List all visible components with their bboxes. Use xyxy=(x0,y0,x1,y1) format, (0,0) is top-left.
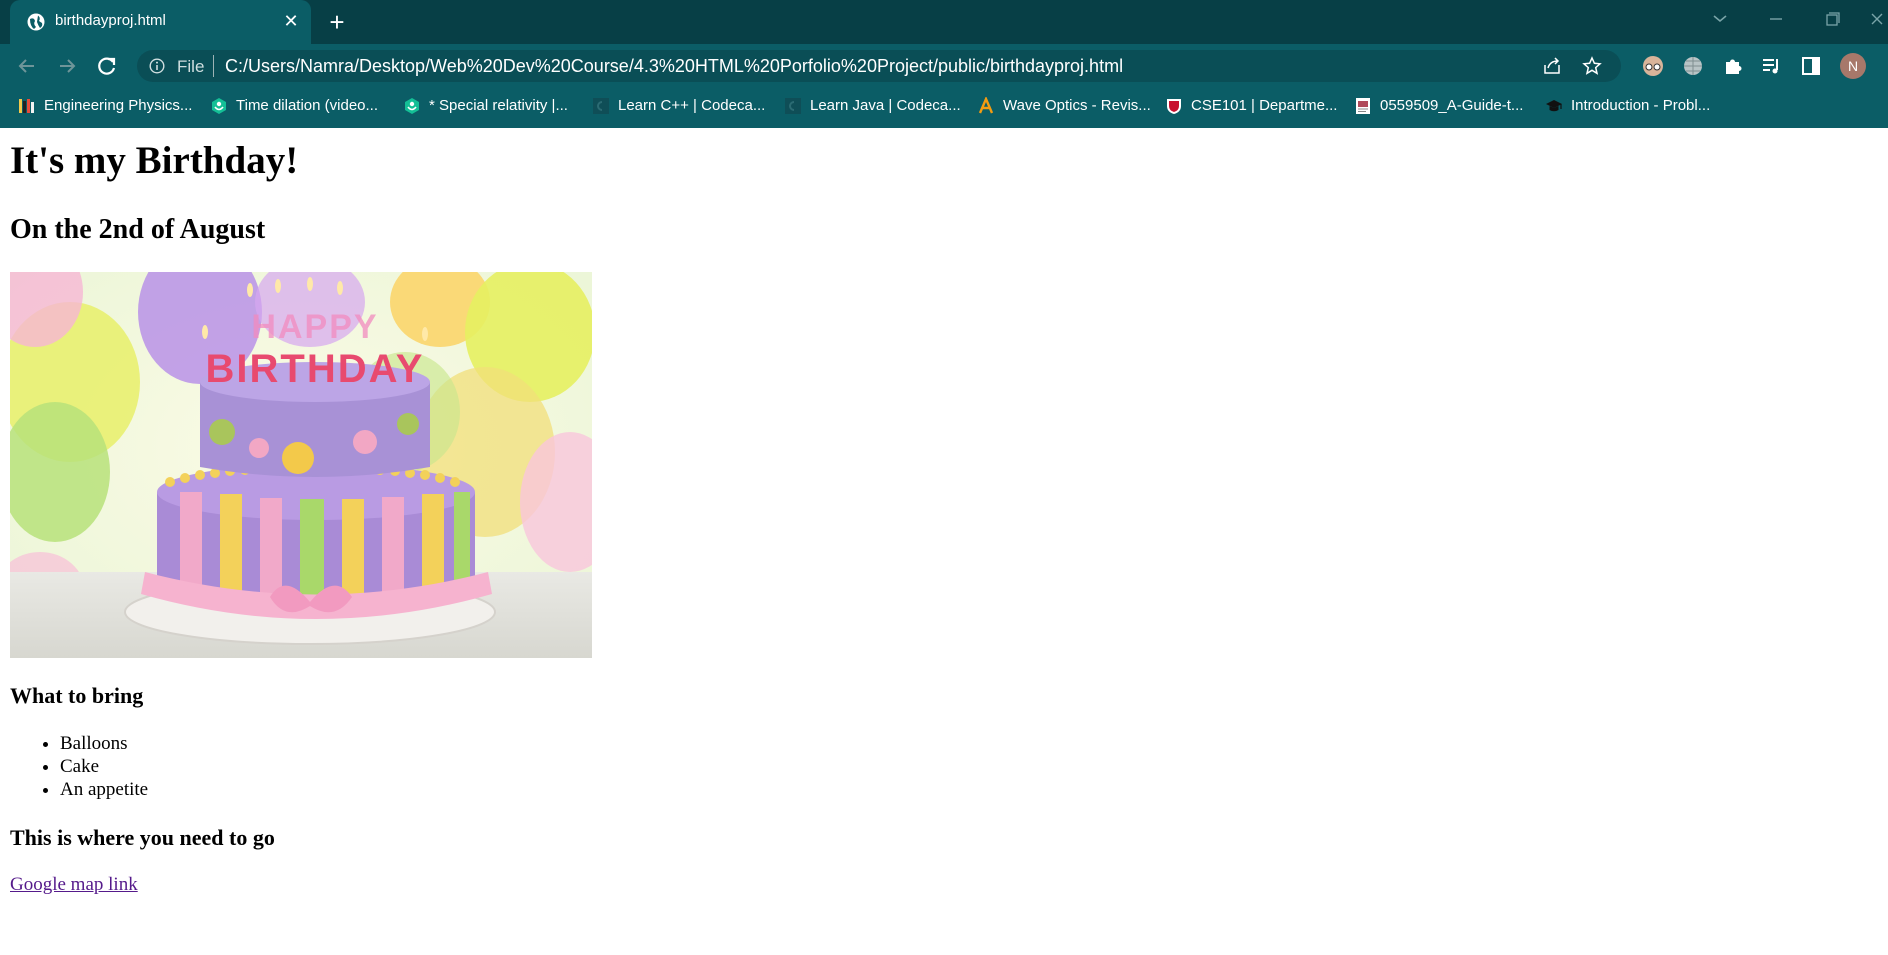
tab-title: birthdayproj.html xyxy=(55,12,166,29)
reload-icon[interactable] xyxy=(92,51,122,81)
bring-heading: What to bring xyxy=(10,683,144,708)
omnibox-divider xyxy=(213,55,214,77)
bookmark-item-engineering-physics[interactable]: Engineering Physics... xyxy=(18,87,192,124)
khan-academy-icon xyxy=(405,97,419,114)
url-text[interactable]: C:/Users/Namra/Desktop/Web%20Dev%20Cours… xyxy=(225,56,1123,77)
bring-list: Balloons Cake An appetite xyxy=(10,732,148,801)
info-icon[interactable] xyxy=(149,58,165,74)
star-icon[interactable] xyxy=(1582,56,1602,76)
address-bar[interactable]: File C:/Users/Namra/Desktop/Web%20Dev%20… xyxy=(137,50,1621,82)
media-control-icon[interactable] xyxy=(1760,55,1782,77)
share-icon[interactable] xyxy=(1542,56,1562,76)
bookmark-item-special-relativity[interactable]: * Special relativity |... xyxy=(403,87,568,124)
forward-arrow-icon[interactable] xyxy=(52,51,82,81)
title-bar: birthdayproj.html ✕ + xyxy=(0,0,1888,44)
letter-a-icon xyxy=(978,96,994,113)
location-heading: This is where you need to go xyxy=(10,825,275,850)
graduation-cap-icon xyxy=(1546,99,1562,111)
profile-avatar[interactable]: N xyxy=(1840,53,1866,79)
scheme-label: File xyxy=(177,57,205,76)
page-subtitle: On the 2nd of August xyxy=(10,214,266,245)
codecademy-icon xyxy=(785,97,801,114)
page-title: It's my Birthday! xyxy=(10,139,299,182)
new-tab-button[interactable]: + xyxy=(323,8,351,36)
web-extension-icon[interactable] xyxy=(1682,55,1704,77)
tab-active[interactable]: birthdayproj.html ✕ xyxy=(10,0,311,44)
incognito-extension-icon[interactable] xyxy=(1642,55,1664,77)
globe-icon xyxy=(27,13,45,31)
google-map-link[interactable]: Google map link xyxy=(10,874,138,896)
bookmark-item-cse101[interactable]: CSE101 | Departme... xyxy=(1165,87,1337,124)
codecademy-icon xyxy=(593,97,609,114)
list-item: Balloons xyxy=(60,732,148,755)
bookmark-item-learn-java[interactable]: Learn Java | Codeca... xyxy=(784,87,961,124)
minimize-icon[interactable] xyxy=(1756,6,1796,32)
svg-text:BIRTHDAY: BIRTHDAY xyxy=(206,347,425,391)
khan-academy-icon xyxy=(212,97,226,114)
list-item: An appetite xyxy=(60,778,148,801)
bookmark-item-learn-cpp[interactable]: Learn C++ | Codeca... xyxy=(592,87,765,124)
shield-icon xyxy=(1167,98,1181,114)
bookmark-item-time-dilation[interactable]: Time dilation (video... xyxy=(210,87,378,124)
bookmark-item-guide-pdf[interactable]: 0559509_A-Guide-t... xyxy=(1354,87,1523,124)
restore-icon[interactable] xyxy=(1812,6,1852,32)
page-content: It's my Birthday! On the 2nd of August H… xyxy=(0,128,1888,955)
side-panel-icon[interactable] xyxy=(1800,55,1822,77)
document-icon xyxy=(1356,97,1370,114)
tab-close-icon[interactable]: ✕ xyxy=(280,10,302,32)
bookmark-item-wave-optics[interactable]: Wave Optics - Revis... xyxy=(977,87,1151,124)
list-item: Cake xyxy=(60,755,148,778)
toolbar: File C:/Users/Namra/Desktop/Web%20Dev%20… xyxy=(0,44,1888,87)
bookmark-item-introduction[interactable]: Introduction - Probl... xyxy=(1545,87,1710,124)
extensions-puzzle-icon[interactable] xyxy=(1722,55,1744,77)
close-window-icon[interactable] xyxy=(1860,6,1888,32)
back-arrow-icon[interactable] xyxy=(12,51,42,81)
bookmarks-bar: Engineering Physics... Time dilation (vi… xyxy=(0,87,1888,128)
birthday-cake-image: HAPPY BIRTHDAY xyxy=(10,272,592,658)
books-icon xyxy=(19,98,34,113)
tab-search-icon[interactable] xyxy=(1700,6,1740,32)
svg-text:HAPPY: HAPPY xyxy=(251,308,378,346)
